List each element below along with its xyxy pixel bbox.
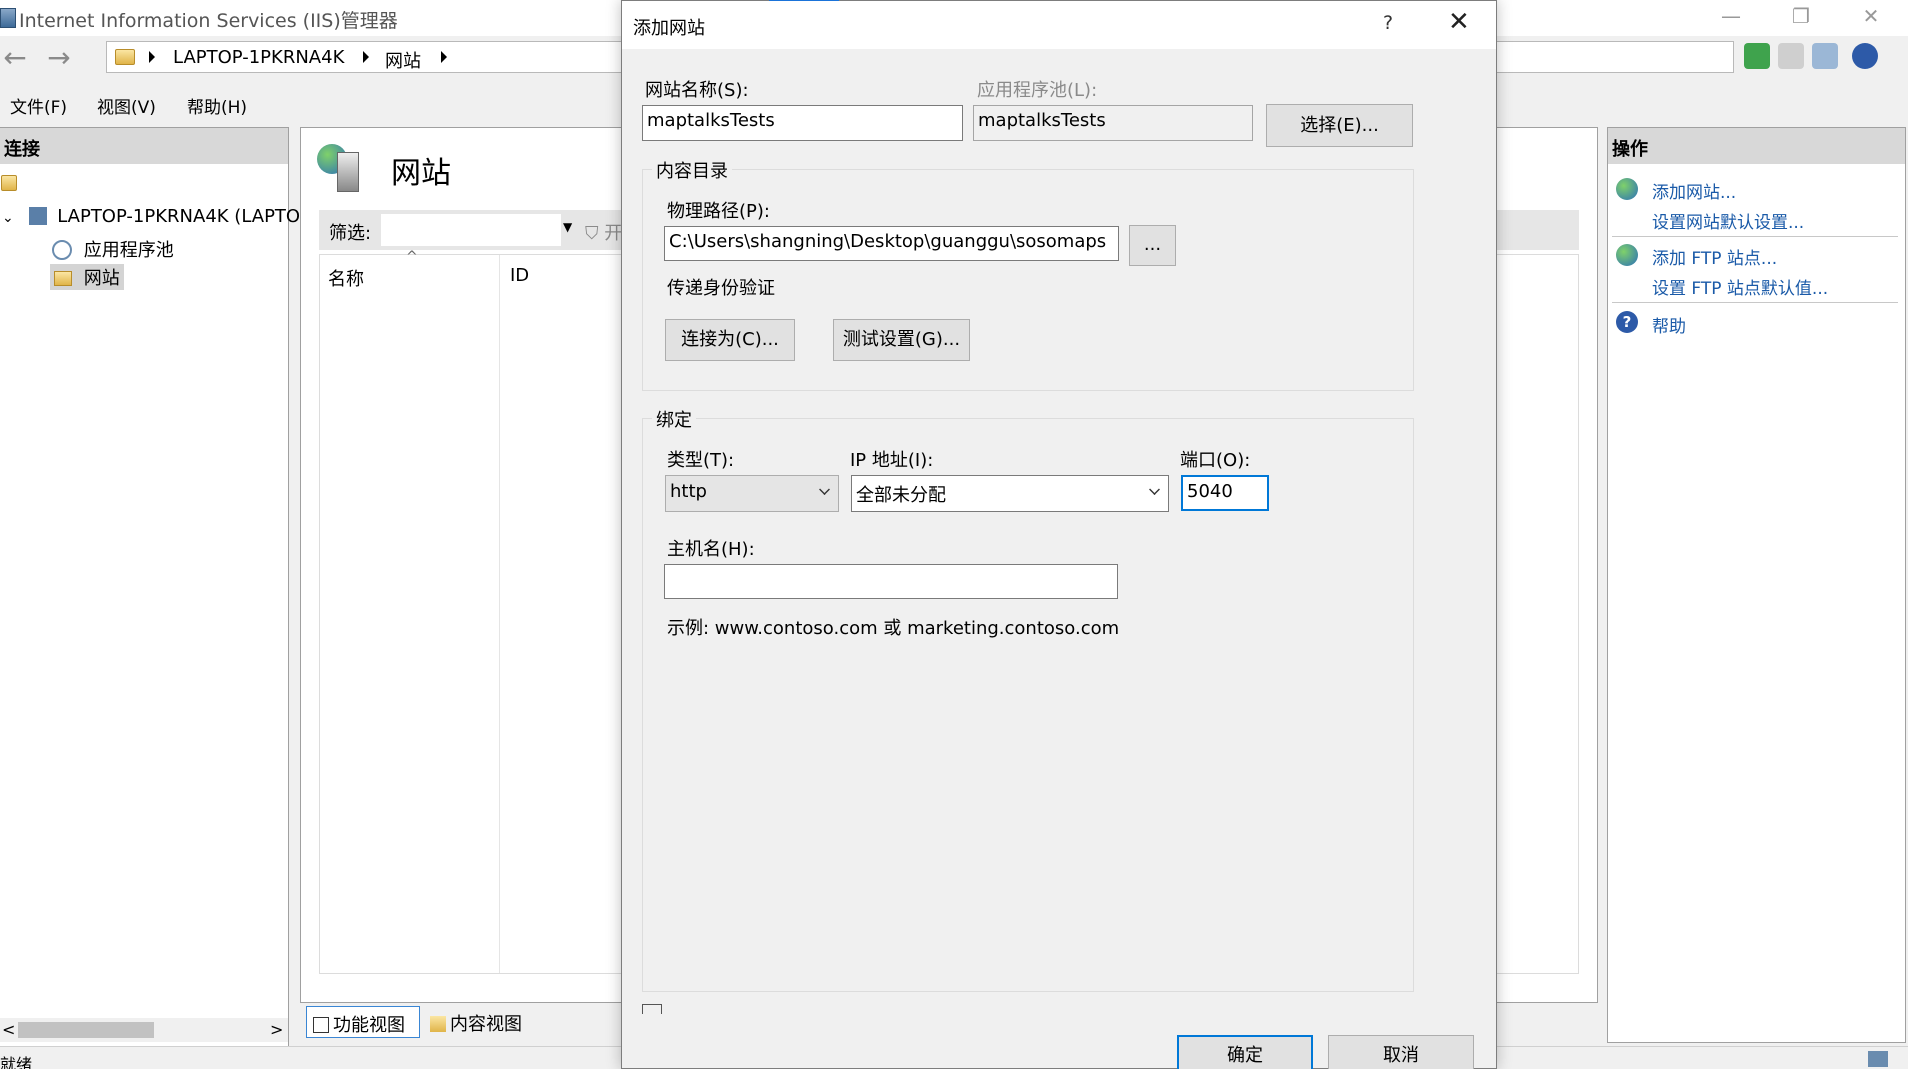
scroll-left-icon[interactable]: <: [2, 1020, 15, 1039]
physical-path-label: 物理路径(P):: [667, 201, 770, 222]
chevron-down-icon: [1149, 484, 1160, 495]
cancel-button[interactable]: 取消: [1328, 1035, 1474, 1069]
tab-features-view[interactable]: 功能视图: [306, 1006, 420, 1038]
sites-folder-icon: [115, 49, 135, 65]
actions-divider: [1612, 302, 1898, 303]
tree-app-pools-label: 应用程序池: [83, 240, 174, 261]
site-name-input[interactable]: maptalksTests: [642, 105, 963, 141]
features-view-icon: [313, 1017, 329, 1033]
host-name-example: 示例: www.contoso.com 或 marketing.contoso.…: [667, 618, 1120, 639]
iis-app-icon: [0, 8, 16, 28]
menu-file[interactable]: 文件(F): [10, 93, 67, 118]
app-pool-icon: [52, 240, 72, 260]
tab-content-view[interactable]: 内容视图: [424, 1006, 544, 1038]
refresh-icon[interactable]: [1744, 43, 1770, 69]
connect-icon[interactable]: [1, 175, 17, 191]
filter-input[interactable]: [381, 214, 561, 246]
page-title: 网站: [391, 156, 451, 191]
type-select[interactable]: http: [665, 475, 839, 512]
breadcrumb-sites[interactable]: 网站: [385, 47, 421, 73]
breadcrumb-arrow-icon[interactable]: [149, 51, 155, 63]
connections-header: 连接: [0, 128, 288, 164]
chevron-down-icon: [819, 484, 830, 495]
content-directory-title: 内容目录: [652, 157, 732, 183]
sites-globe-icon: [317, 144, 365, 194]
tree-sites[interactable]: 网站: [50, 264, 124, 290]
horizontal-scrollbar[interactable]: < >: [0, 1018, 288, 1042]
add-ftp-icon: [1616, 244, 1638, 266]
type-label: 类型(T):: [667, 450, 735, 471]
dialog-help-button[interactable]: ?: [1383, 12, 1393, 34]
stop-icon[interactable]: [1778, 43, 1804, 69]
menu-view[interactable]: 视图(V): [97, 93, 156, 118]
status-text: 就绪: [0, 1055, 33, 1069]
breadcrumb-server[interactable]: LAPTOP-1PKRNA4K: [173, 47, 344, 68]
actions-divider: [1612, 236, 1898, 237]
ip-address-select[interactable]: 全部未分配: [851, 475, 1169, 512]
name-column: 名称 ^: [320, 249, 500, 973]
home-icon[interactable]: [1812, 43, 1838, 69]
app-pool-label: 应用程序池(L):: [977, 80, 1098, 101]
scroll-thumb[interactable]: [18, 1022, 154, 1038]
tree-server-label: LAPTOP-1PKRNA4K (LAPTO: [57, 206, 301, 227]
host-name-input[interactable]: [664, 564, 1118, 599]
close-window-button[interactable]: ✕: [1836, 0, 1906, 34]
dialog-title: 添加网站: [633, 18, 705, 39]
column-header-id[interactable]: ID: [510, 265, 529, 286]
app-pool-field: maptalksTests: [973, 105, 1253, 141]
add-ftp-link[interactable]: 添加 FTP 站点...: [1652, 244, 1777, 269]
server-icon: [29, 207, 48, 225]
dialog-titlebar: 添加网站 ? ✕: [622, 1, 1496, 49]
breadcrumb-arrow-icon[interactable]: [441, 51, 447, 63]
sites-tree-icon: [54, 271, 72, 286]
add-site-link[interactable]: 添加网站...: [1652, 178, 1736, 203]
window-title: Internet Information Services (IIS)管理器: [19, 10, 398, 32]
pass-through-auth-label: 传递身份验证: [667, 278, 775, 299]
forward-arrow-icon[interactable]: →: [44, 44, 74, 74]
tree-sites-label: 网站: [83, 268, 120, 289]
physical-path-input[interactable]: C:\Users\shangning\Desktop\guanggu\sosom…: [664, 226, 1119, 261]
help-circle-icon: ?: [1616, 311, 1638, 333]
menu-help[interactable]: 帮助(H): [187, 93, 247, 118]
tree-app-pools[interactable]: 应用程序池: [52, 236, 174, 262]
back-arrow-icon[interactable]: ←: [0, 44, 30, 74]
ftp-defaults-link[interactable]: 设置 FTP 站点默认值...: [1652, 274, 1828, 299]
filter-dropdown-icon[interactable]: ▼: [563, 220, 572, 234]
port-input[interactable]: 5040: [1181, 475, 1269, 511]
site-name-label: 网站名称(S):: [645, 80, 749, 101]
server-status-icon: [1868, 1051, 1888, 1067]
add-site-icon: [1616, 178, 1638, 200]
actions-panel: 操作 添加网站... 设置网站默认设置... 添加 FTP 站点... 设置 F…: [1607, 127, 1906, 1043]
tree-server[interactable]: ⌄ LAPTOP-1PKRNA4K (LAPTO: [2, 206, 300, 227]
dialog-close-button[interactable]: ✕: [1448, 7, 1470, 37]
port-label: 端口(O):: [1180, 450, 1251, 471]
scroll-right-icon[interactable]: >: [270, 1020, 283, 1039]
connect-as-button[interactable]: 连接为(C)...: [665, 319, 795, 361]
help-icon[interactable]: [1852, 43, 1878, 69]
column-header-name[interactable]: 名称: [328, 265, 364, 291]
actions-header: 操作: [1608, 128, 1905, 164]
start-immediately-checkbox[interactable]: [642, 1004, 662, 1014]
restore-button[interactable]: ❐: [1766, 0, 1836, 34]
breadcrumb-arrow-icon[interactable]: [363, 51, 369, 63]
filter-label: 筛选:: [329, 223, 372, 244]
binding-title: 绑定: [652, 406, 696, 432]
help-link[interactable]: 帮助: [1652, 312, 1686, 337]
ok-button[interactable]: 确定: [1177, 1035, 1313, 1069]
add-website-dialog: 添加网站 ? ✕ 网站名称(S): maptalksTests 应用程序池(L)…: [621, 0, 1497, 1069]
host-name-label: 主机名(H):: [667, 539, 755, 560]
site-defaults-link[interactable]: 设置网站默认设置...: [1652, 208, 1804, 233]
sort-ascending-icon: ^: [406, 249, 418, 265]
minimize-button[interactable]: —: [1696, 0, 1766, 34]
connections-panel: 连接 ⌄ LAPTOP-1PKRNA4K (LAPTO 应用程序池 网站 < >: [0, 127, 300, 1047]
select-app-pool-button[interactable]: 选择(E)...: [1266, 104, 1413, 147]
content-view-icon: [430, 1016, 446, 1032]
browse-button[interactable]: ...: [1129, 225, 1176, 266]
ip-address-label: IP 地址(I):: [850, 450, 934, 471]
test-settings-button[interactable]: 测试设置(G)...: [833, 319, 970, 361]
